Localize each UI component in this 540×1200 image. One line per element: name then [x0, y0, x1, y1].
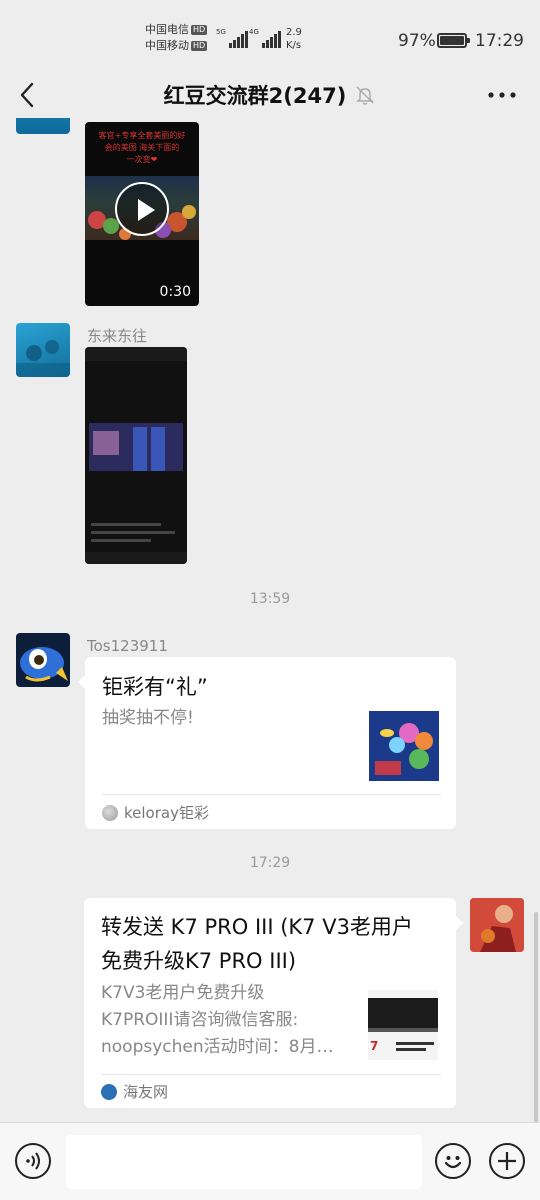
more-dots-icon [488, 92, 516, 98]
card-title: 钜彩有“礼” [102, 675, 208, 699]
image-message[interactable] [85, 347, 187, 564]
net-speed: 2.9 K/s [286, 26, 302, 52]
avatar[interactable] [16, 633, 70, 687]
time-separator: 17:29 [249, 855, 291, 871]
avatar[interactable] [470, 898, 524, 952]
carrier-1-label: 中国电信 [145, 23, 189, 36]
network-4g-label: 4G [249, 28, 259, 36]
video-message[interactable]: 客官+专享全套美丽的好 会的美图 海关下面的 一次变❤ 0:30 [85, 122, 199, 306]
card-source-name: keloray钜彩 [124, 804, 209, 822]
signal-4g-icon: 4G [249, 28, 281, 48]
hd-badge: HD [191, 41, 208, 51]
carrier-2-label: 中国移动 [145, 39, 189, 52]
input-bar [0, 1122, 540, 1200]
card-title-line-2: 免费升级K7 PRO III) [101, 949, 297, 973]
voice-icon [26, 1152, 40, 1170]
bell-off-icon [356, 86, 375, 105]
card-source-name: 海友网 [123, 1083, 169, 1101]
chat-title: 红豆交流群2(247) [163, 84, 347, 108]
plus-icon [498, 1152, 516, 1170]
status-time: 17:29 [475, 31, 524, 51]
hd-badge: HD [191, 25, 208, 35]
battery-icon [437, 33, 470, 48]
card-description: 抽奖抽不停! [102, 708, 194, 728]
more-button[interactable] [484, 80, 520, 110]
link-card[interactable]: 转发送 K7 PRO III (K7 V3老用户 免费升级K7 PRO III)… [84, 898, 463, 1108]
svg-text:7: 7 [370, 1039, 378, 1053]
card-source: 海友网 [101, 1081, 168, 1102]
card-title-line-1: 转发送 K7 PRO III (K7 V3老用户 [101, 915, 413, 939]
carrier-info: 中国电信 HD 中国移动 HD [145, 22, 208, 54]
status-bar: 中国电信 HD 中国移动 HD 5G 4G 2.9 K/s 97% 17:29 [0, 0, 540, 72]
video-duration: 0:30 [159, 284, 191, 300]
time-separator: 13:59 [249, 591, 291, 607]
avatar[interactable] [16, 118, 70, 134]
video-caption: 客官+专享全套美丽的好 会的美图 海关下面的 一次变❤ [98, 131, 186, 164]
card-divider [102, 794, 441, 795]
signal-5g-icon: 5G [216, 28, 248, 48]
keloray-logo-icon [102, 804, 118, 821]
emoji-button[interactable] [435, 1143, 471, 1179]
message-input[interactable] [66, 1135, 422, 1189]
card-description-line-3: noopsychen活动时间：8月… [101, 1037, 334, 1057]
card-description-line-2: K7PROIII请咨询微信客服: [101, 1010, 299, 1030]
card-thumbnail: 7 [368, 990, 438, 1060]
card-description-line-1: K7V3老用户免费升级 [101, 983, 265, 1003]
chat-header: 红豆交流群2(247) [0, 72, 540, 118]
plus-button[interactable] [489, 1143, 525, 1179]
chat-scrollbar[interactable] [534, 912, 538, 1124]
emoji-icon [444, 1156, 462, 1169]
haiyou-logo-icon [101, 1083, 117, 1100]
card-source: keloray钜彩 [102, 802, 209, 823]
chat-messages[interactable]: 客官+专享全套美丽的好 会的美图 海关下面的 一次变❤ 0:30 东来东往 13… [0, 118, 540, 1122]
sender-name: Tos123911 [87, 637, 168, 655]
sender-name: 东来东往 [87, 327, 148, 345]
avatar[interactable] [16, 323, 70, 377]
net-speed-unit: K/s [286, 40, 302, 51]
card-divider [101, 1074, 441, 1075]
play-icon[interactable] [115, 182, 169, 236]
card-thumbnail [369, 711, 439, 781]
voice-button[interactable] [15, 1143, 51, 1179]
net-speed-value: 2.9 [286, 27, 302, 38]
chat-title-container: 红豆交流群2(247) [0, 80, 540, 110]
battery-percent: 97% [398, 31, 436, 51]
link-card[interactable]: 钜彩有“礼” 抽奖抽不停! keloray钜彩 [78, 657, 456, 829]
screenshot-thumbnail [85, 347, 187, 564]
network-5g-label: 5G [216, 28, 226, 36]
